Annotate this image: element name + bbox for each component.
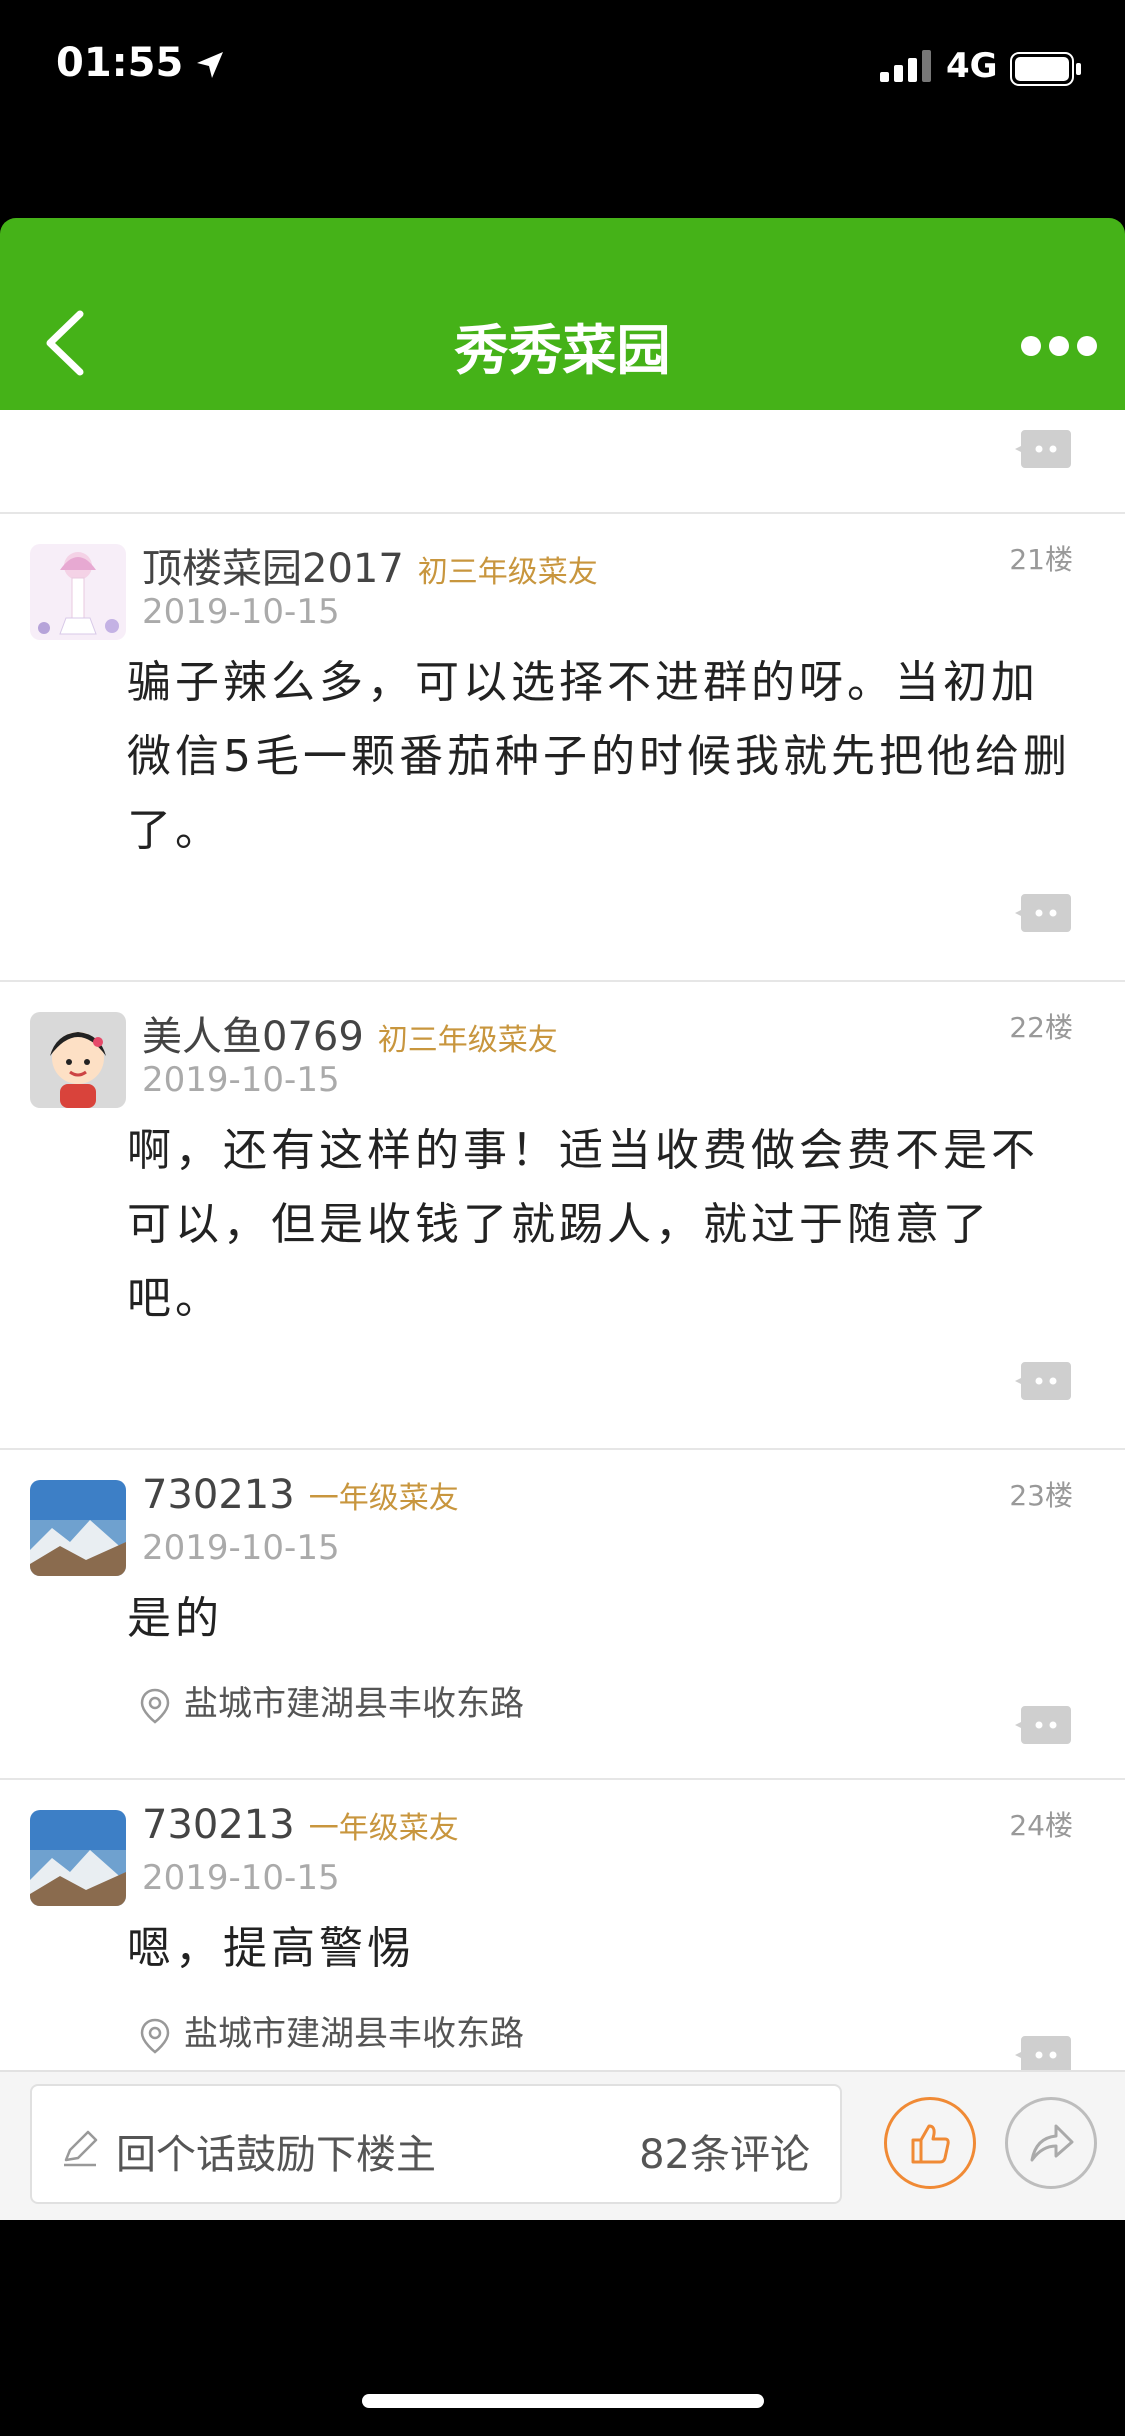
post-item: 730213 一年级菜友 24楼 2019-10-15 嗯，提高警惕 盐城市建湖县… [0, 1780, 1125, 2070]
post-item: 美人鱼0769 初三年级菜友 22楼 2019-10-15 啊，还有这样的事！适当… [0, 982, 1125, 1450]
post-content: 是的 [127, 1593, 223, 1644]
previous-post-tail [0, 410, 1125, 514]
thumbs-up-icon [911, 2124, 950, 2164]
signal-icon [880, 50, 931, 82]
floor-number: 22楼 [1009, 1011, 1073, 1044]
status-bar: 01:55 4G [0, 0, 1125, 140]
battery-icon [1010, 52, 1081, 86]
user-level-badge: 初三年级菜友 [417, 555, 598, 590]
like-button[interactable] [884, 2097, 976, 2189]
floor-number: 21楼 [1009, 543, 1073, 576]
avatar[interactable] [30, 544, 126, 640]
network-type: 4G [946, 46, 998, 86]
username-text[interactable]: 美人鱼0769 [142, 1014, 364, 1060]
post-content: 骗子辣么多，可以选择不进群的呀。当初加微信5毛一颗番茄种子的时候我就先把他给删了… [127, 657, 1071, 856]
comment-bubble-icon[interactable] [1015, 894, 1071, 932]
home-indicator[interactable] [362, 2394, 764, 2408]
user-level-badge: 一年级菜友 [308, 1481, 459, 1516]
floor-number: 23楼 [1009, 1479, 1073, 1512]
comment-bubble-icon[interactable] [1015, 1362, 1071, 1400]
username-text[interactable]: 730213 [142, 1802, 295, 1848]
post-content: 嗯，提高警惕 [127, 1923, 415, 1974]
post-item: 顶楼菜园2017 初三年级菜友 21楼 2019-10-15 骗子辣么多，可以选择… [0, 514, 1125, 982]
floor-number: 24楼 [1009, 1809, 1073, 1842]
location-pin-icon [140, 1688, 170, 1724]
share-button[interactable] [1005, 2097, 1097, 2189]
more-options-icon[interactable] [1021, 336, 1097, 356]
username[interactable]: 美人鱼0769 初三年级菜友 [142, 1004, 558, 1062]
bottom-action-bar: 回个话鼓励下楼主 82条评论 [0, 2070, 1125, 2220]
post-date: 2019-10-15 [142, 1060, 340, 1100]
location-tag: 盐城市建湖县丰收东路 [140, 2006, 524, 2055]
post-date: 2019-10-15 [142, 1528, 340, 1568]
reply-placeholder: 回个话鼓励下楼主 [116, 2132, 436, 2178]
location-text: 盐城市建湖县丰收东路 [184, 1684, 524, 1724]
post-item: 730213 一年级菜友 23楼 2019-10-15 是的 盐城市建湖县丰收东路 [0, 1450, 1125, 1780]
avatar[interactable] [30, 1012, 126, 1108]
username-text[interactable]: 730213 [142, 1472, 295, 1518]
user-level-badge: 一年级菜友 [308, 1811, 459, 1846]
location-pin-icon [140, 2018, 170, 2054]
status-time: 01:55 [56, 40, 184, 86]
post-date: 2019-10-15 [142, 1858, 340, 1898]
reply-input[interactable]: 回个话鼓励下楼主 82条评论 [30, 2084, 842, 2204]
avatar[interactable] [30, 1810, 126, 1906]
username-text[interactable]: 顶楼菜园2017 [142, 546, 404, 592]
comment-count[interactable]: 82条评论 [639, 2122, 810, 2180]
pencil-icon [64, 2130, 98, 2167]
user-level-badge: 初三年级菜友 [377, 1023, 558, 1058]
username[interactable]: 730213 一年级菜友 [142, 1472, 459, 1518]
username[interactable]: 顶楼菜园2017 初三年级菜友 [142, 536, 598, 594]
comment-bubble-icon[interactable] [1015, 2036, 1071, 2070]
location-arrow-icon [197, 52, 223, 78]
nav-bar: 秀秀菜园 [0, 218, 1125, 410]
comment-list[interactable]: 顶楼菜园2017 初三年级菜友 21楼 2019-10-15 骗子辣么多，可以选择… [0, 410, 1125, 2070]
post-content: 啊，还有这样的事！适当收费做会费不是不可以，但是收钱了就踢人，就过于随意了吧。 [127, 1125, 1039, 1324]
avatar[interactable] [30, 1480, 126, 1576]
post-date: 2019-10-15 [142, 592, 340, 632]
share-arrow-icon [1030, 2124, 1074, 2162]
location-text: 盐城市建湖县丰收东路 [184, 2014, 524, 2054]
location-tag: 盐城市建湖县丰收东路 [140, 1676, 524, 1725]
username[interactable]: 730213 一年级菜友 [142, 1802, 459, 1848]
page-title: 秀秀菜园 [454, 319, 671, 382]
comment-bubble-icon[interactable] [1015, 1706, 1071, 1744]
comment-bubble-icon[interactable] [1015, 430, 1071, 468]
